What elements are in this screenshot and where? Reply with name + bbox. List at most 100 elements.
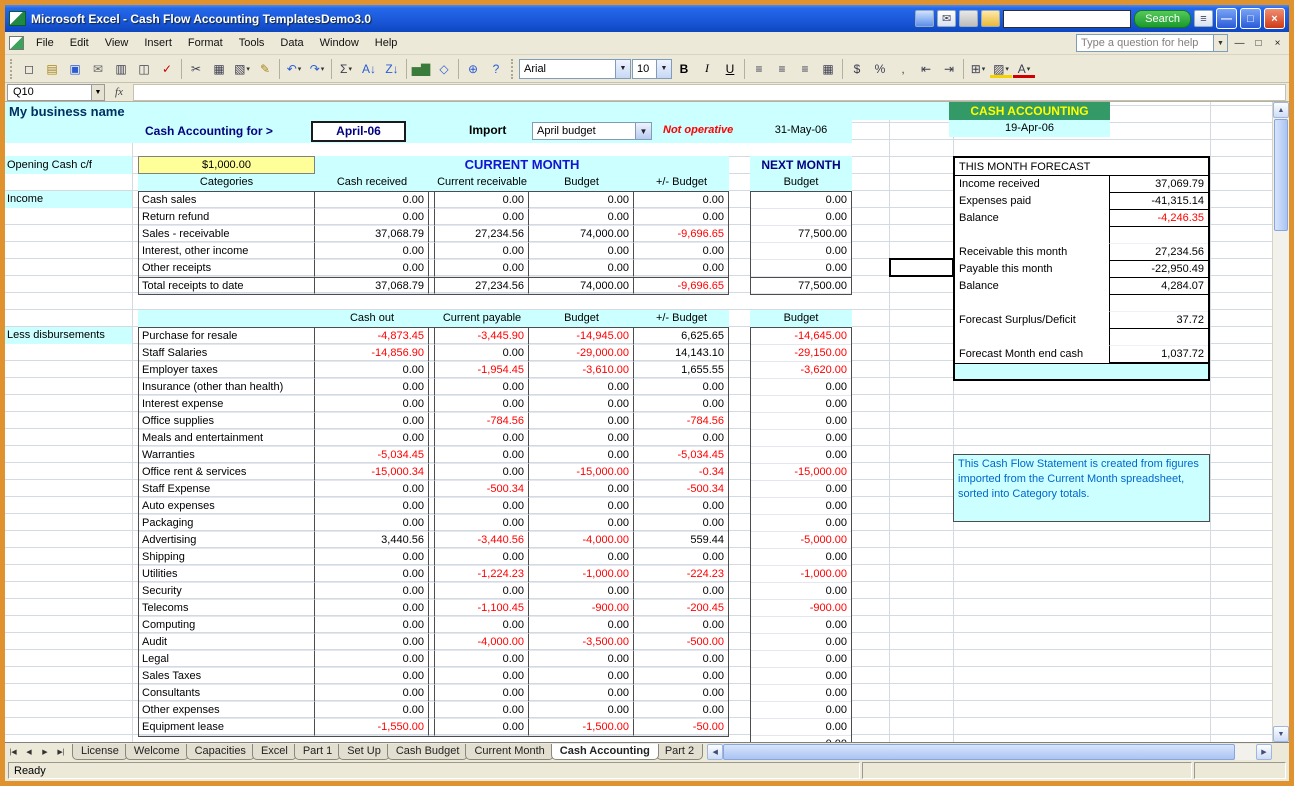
worksheet-grid[interactable]: My business name Cash Accounting for > A… — [5, 102, 1272, 742]
menu-window[interactable]: Window — [312, 34, 367, 52]
spelling-icon[interactable]: ✓ — [156, 58, 178, 80]
borders-icon[interactable]: ⊞ — [967, 58, 989, 80]
forecast-value[interactable]: -4,246.35 — [1109, 210, 1208, 227]
cell[interactable]: -784.56 — [435, 413, 529, 430]
cell[interactable]: 77,500.00 — [751, 226, 851, 243]
cell[interactable]: -900.00 — [751, 600, 851, 617]
scroll-down-icon[interactable]: ▼ — [1273, 726, 1289, 742]
workbook-close-button[interactable]: × — [1270, 36, 1285, 51]
cell[interactable]: 0.00 — [529, 260, 634, 277]
workbook-minimize-button[interactable]: — — [1232, 36, 1247, 51]
cell[interactable]: Sales - receivable — [139, 226, 315, 243]
cell[interactable]: -1,224.23 — [435, 566, 529, 583]
forecast-value[interactable]: 37,069.79 — [1109, 176, 1208, 193]
cell[interactable]: 0.00 — [751, 192, 851, 209]
menu-insert[interactable]: Insert — [136, 34, 180, 52]
cell[interactable]: 0.00 — [634, 243, 728, 260]
cell[interactable]: 0.00 — [634, 498, 728, 515]
cell[interactable]: 0.00 — [435, 583, 529, 600]
cell[interactable]: 0.00 — [315, 362, 429, 379]
cell[interactable]: 0.00 — [315, 430, 429, 447]
cell[interactable]: 0.00 — [529, 413, 634, 430]
sheet-tab[interactable]: Cash Accounting — [551, 744, 659, 760]
cell[interactable]: 0.00 — [315, 396, 429, 413]
contacts-icon[interactable] — [981, 10, 1000, 27]
cell[interactable]: -500.34 — [435, 481, 529, 498]
cell[interactable]: -29,000.00 — [529, 345, 634, 362]
first-sheet-button[interactable]: |◀ — [5, 744, 21, 760]
cell[interactable]: 0.00 — [435, 617, 529, 634]
currency-icon[interactable]: $ — [846, 58, 868, 80]
cell[interactable]: -0.34 — [634, 464, 728, 481]
cell[interactable]: -4,000.00 — [435, 634, 529, 651]
cell[interactable]: -500.34 — [634, 481, 728, 498]
chevron-down-icon[interactable]: ▼ — [656, 60, 671, 78]
cell[interactable]: Return refund — [139, 209, 315, 226]
cell[interactable]: 0.00 — [529, 617, 634, 634]
close-button[interactable]: × — [1264, 8, 1285, 29]
cell[interactable]: 0.00 — [435, 651, 529, 668]
cell[interactable]: 0.00 — [751, 651, 851, 668]
autosum-icon[interactable]: Σ — [335, 58, 357, 80]
cell[interactable]: Packaging — [139, 515, 315, 532]
menu-edit[interactable]: Edit — [62, 34, 97, 52]
cell[interactable]: 0.00 — [634, 430, 728, 447]
cell[interactable]: 0.00 — [634, 515, 728, 532]
cell[interactable]: Other receipts — [139, 260, 315, 277]
scroll-right-icon[interactable]: ▶ — [1256, 744, 1272, 760]
vertical-scroll-thumb[interactable] — [1274, 119, 1288, 231]
cell[interactable]: 0.00 — [529, 583, 634, 600]
cell[interactable]: -50.00 — [634, 719, 728, 736]
cell[interactable]: 0.00 — [634, 379, 728, 396]
cell[interactable]: 0.00 — [634, 396, 728, 413]
cell[interactable]: 0.00 — [315, 413, 429, 430]
cell[interactable]: 0.00 — [529, 481, 634, 498]
cell[interactable]: 0.00 — [751, 243, 851, 260]
month-cell[interactable]: April-06 — [311, 121, 406, 142]
cell[interactable]: 0.00 — [751, 549, 851, 566]
cell[interactable]: 0.00 — [435, 515, 529, 532]
formula-input[interactable] — [133, 84, 1286, 101]
forecast-value[interactable]: 4,284.07 — [1109, 278, 1208, 295]
cell[interactable]: 0.00 — [529, 549, 634, 566]
search-button[interactable]: Search — [1134, 10, 1191, 28]
cell[interactable]: 0.00 — [751, 617, 851, 634]
cell[interactable]: 0.00 — [435, 345, 529, 362]
cash-accounting-date[interactable]: 19-Apr-06 — [949, 120, 1110, 137]
cell[interactable]: 0.00 — [435, 192, 529, 209]
menu-format[interactable]: Format — [180, 34, 231, 52]
new-icon[interactable]: ◻ — [18, 58, 40, 80]
menu-help[interactable]: Help — [367, 34, 406, 52]
cell[interactable]: 27,234.56 — [435, 277, 529, 294]
toolbar-handle[interactable] — [10, 59, 14, 79]
cell[interactable]: -1,954.45 — [435, 362, 529, 379]
insert-function-icon[interactable]: fx — [108, 86, 130, 98]
cell[interactable]: 0.00 — [529, 192, 634, 209]
cell[interactable]: 3,440.56 — [315, 532, 429, 549]
cell[interactable]: 77,500.00 — [751, 277, 851, 294]
cell[interactable]: -3,440.56 — [435, 532, 529, 549]
cell[interactable]: 0.00 — [634, 260, 728, 277]
menu-tools[interactable]: Tools — [231, 34, 273, 52]
chevron-down-icon[interactable]: ▼ — [1213, 35, 1227, 51]
cell[interactable]: 0.00 — [529, 651, 634, 668]
cell[interactable]: 0.00 — [751, 447, 851, 464]
font-name-combo[interactable]: Arial ▼ — [519, 59, 631, 79]
cell[interactable]: 0.00 — [435, 668, 529, 685]
cell[interactable]: 74,000.00 — [529, 277, 634, 294]
sheet-tab[interactable]: Cash Budget — [387, 744, 469, 760]
cell[interactable]: -784.56 — [634, 413, 728, 430]
cell[interactable]: 0.00 — [634, 209, 728, 226]
cell[interactable]: 14,143.10 — [634, 345, 728, 362]
forecast-value[interactable] — [1109, 329, 1208, 346]
cell[interactable]: -29,150.00 — [751, 345, 851, 362]
mail-icon[interactable]: ✉ — [87, 58, 109, 80]
cell[interactable]: 0.00 — [315, 702, 429, 719]
drawing-icon[interactable]: ◇ — [433, 58, 455, 80]
cut-icon[interactable]: ✂ — [185, 58, 207, 80]
cell[interactable]: 0.00 — [634, 617, 728, 634]
chevron-down-icon[interactable]: ▼ — [635, 123, 651, 139]
last-sheet-button[interactable]: ▶| — [53, 744, 69, 760]
cell[interactable]: Telecoms — [139, 600, 315, 617]
help-question-box[interactable]: Type a question for help ▼ — [1076, 34, 1228, 52]
